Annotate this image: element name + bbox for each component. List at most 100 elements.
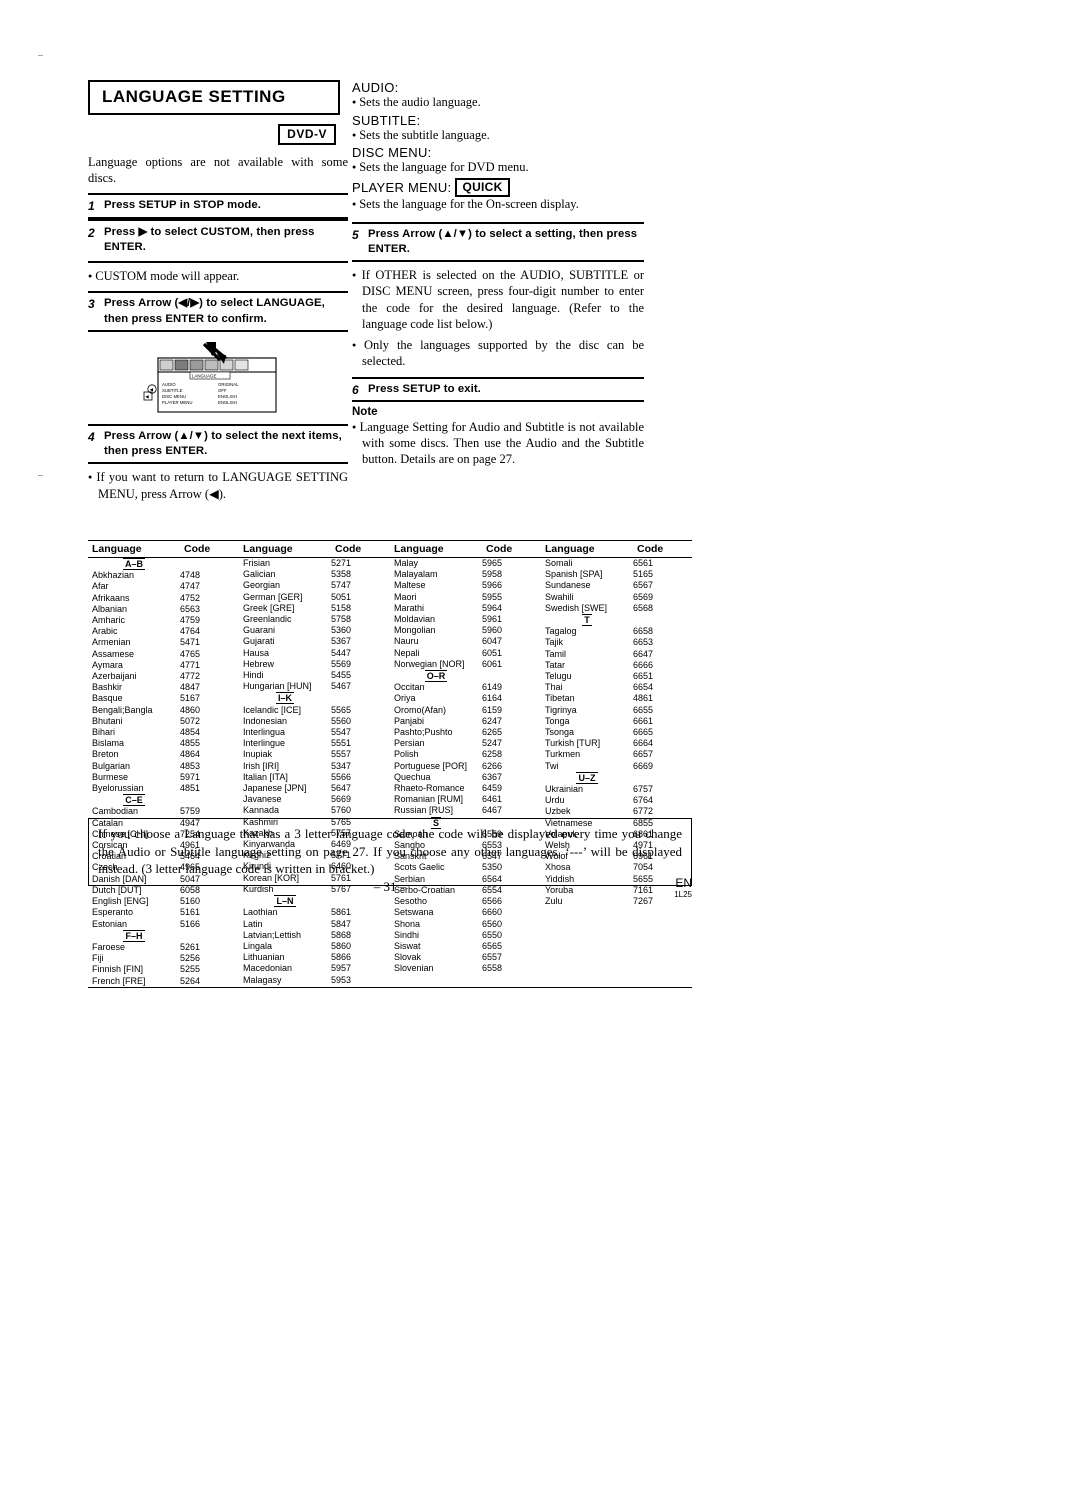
desc-audio: Sets the audio language.: [352, 95, 644, 111]
code-row-code: 6461: [482, 794, 503, 805]
code-row-code: 6569: [633, 591, 654, 602]
desc-subtitle: Sets the subtitle language.: [352, 128, 644, 144]
code-row-language: Macedonian: [243, 963, 293, 974]
intro-text: Language options are not available with …: [88, 155, 348, 186]
code-row: Malay 5965: [390, 558, 541, 569]
code-row: Shona 6560: [390, 919, 541, 930]
code-row-language: Bengali;Bangla: [92, 704, 153, 715]
step-4-text: Press Arrow (▲/▼) to select the next ite…: [104, 429, 342, 457]
code-row-language: Galician: [243, 569, 276, 580]
step-5-text: Press Arrow (▲/▼) to select a setting, t…: [368, 227, 638, 255]
quick-badge: QUICK: [455, 177, 510, 197]
code-row-language: Georgian: [243, 580, 281, 591]
code-row-language: Afrikaans: [92, 592, 130, 603]
code-row: Turkish [TUR] 6664: [541, 738, 692, 749]
svg-text:AUDIO: AUDIO: [162, 382, 176, 387]
code-row-code: 4847: [180, 682, 201, 693]
code-row: Macedonian 5957: [239, 963, 390, 974]
code-row: English [ENG] 5160: [88, 896, 239, 907]
code-row-code: 5166: [180, 918, 201, 929]
code-row-code: 6655: [633, 704, 654, 715]
code-row: Bengali;Bangla 4860: [88, 705, 239, 716]
header-code: Code: [637, 543, 664, 555]
code-group-label: U–Z: [576, 771, 598, 784]
header-code: Code: [486, 543, 513, 555]
code-row-code: 5255: [180, 964, 201, 975]
code-row: Arabic 4764: [88, 626, 239, 637]
code-row-code: 4851: [180, 783, 201, 794]
code-row: Rhaeto-Romance 6459: [390, 783, 541, 794]
code-row-code: 5971: [180, 771, 201, 782]
region-code: EN 1L25: [560, 876, 692, 899]
code-row-language: Icelandic [ICE]: [243, 704, 302, 715]
code-column: Language Code Somali 6561 Spanish [SPA] 5165 S…: [541, 541, 692, 987]
code-row: Mongolian 5960: [390, 625, 541, 636]
code-row-code: 6051: [482, 647, 503, 658]
header-code: Code: [184, 543, 211, 555]
code-row: Hebrew 5569: [239, 659, 390, 670]
code-row-code: 6660: [482, 907, 503, 918]
code-group-separator: C–E: [88, 794, 239, 807]
code-column-header: Language Code: [390, 541, 541, 558]
code-row: Georgian 5747: [239, 580, 390, 591]
code-row-language: Indonesian: [243, 715, 288, 726]
code-row: Panjabi 6247: [390, 716, 541, 727]
code-row-language: Hungarian [HUN]: [243, 681, 312, 692]
code-row: Afar 4747: [88, 581, 239, 592]
code-row-code: 6665: [633, 727, 654, 738]
code-row-language: Oromo(Afan): [394, 704, 447, 715]
code-row: Malayalam 5958: [390, 569, 541, 580]
code-row-language: Thai: [545, 682, 563, 693]
code-row-language: Slovenian: [394, 963, 434, 974]
code-row: Moldavian 5961: [390, 614, 541, 625]
step-5-number: 5: [352, 227, 359, 242]
code-row: Galician 5358: [239, 569, 390, 580]
code-row-code: 5360: [331, 625, 352, 636]
step-5: 5 Press Arrow (▲/▼) to select a setting,…: [352, 221, 644, 262]
code-row: Swedish [SWE] 6568: [541, 603, 692, 614]
svg-text:ORIGINAL: ORIGINAL: [218, 382, 239, 387]
code-row-language: Kannada: [243, 805, 280, 816]
code-row: Azerbaijani 4772: [88, 671, 239, 682]
code-row-language: Malayalam: [394, 569, 438, 580]
code-row-code: 5964: [482, 602, 503, 613]
code-row-language: Latin: [243, 918, 263, 929]
code-row-code: 4772: [180, 671, 201, 682]
code-row-code: 5669: [331, 794, 352, 805]
code-group-label: F–H: [123, 929, 145, 942]
code-row-language: Swedish [SWE]: [545, 602, 608, 613]
code-row-language: French [FRE]: [92, 975, 146, 986]
header-language: Language: [92, 543, 142, 555]
code-row: Armenian 5471: [88, 637, 239, 648]
code-row: Latvian;Lettish 5868: [239, 930, 390, 941]
code-row: Sundanese 6567: [541, 580, 692, 591]
code-row-language: Nauru: [394, 636, 419, 647]
code-row: Tibetan 4861: [541, 693, 692, 704]
code-row-language: Bulgarian: [92, 760, 131, 771]
language-code-table-columns: Language Code A–B Abkhazian 4748 Afar 4747 Afri…: [88, 541, 692, 987]
code-row: Lithuanian 5866: [239, 952, 390, 963]
code-row-code: 4771: [180, 659, 201, 670]
code-row-code: 6566: [482, 896, 503, 907]
code-row-code: 5165: [633, 569, 654, 580]
code-row-language: Swahili: [545, 591, 574, 602]
code-row-language: Italian [ITA]: [243, 771, 288, 782]
code-row-code: 5961: [482, 614, 503, 625]
code-row-language: Polish: [394, 749, 419, 760]
code-row-language: Fiji: [92, 953, 104, 964]
code-row-code: 6164: [482, 693, 503, 704]
code-row-language: Somali: [545, 558, 573, 568]
code-row-language: Basque: [92, 693, 123, 704]
code-row-code: 6757: [633, 784, 654, 795]
code-row-code: 4855: [180, 738, 201, 749]
code-row-language: Persian: [394, 738, 425, 749]
bullet-return-menu: If you want to return to LANGUAGE SETTIN…: [88, 469, 348, 502]
code-row-language: Pashto;Pushto: [394, 727, 453, 738]
code-row: Gujarati 5367: [239, 636, 390, 647]
code-row: Greenlandic 5758: [239, 614, 390, 625]
code-row-code: 5447: [331, 647, 352, 658]
intro-text-value: Language options are not available with …: [88, 155, 348, 185]
code-row: Oriya 6164: [390, 693, 541, 704]
code-row: Occitan 6149: [390, 682, 541, 693]
code-row-code: 6159: [482, 704, 503, 715]
